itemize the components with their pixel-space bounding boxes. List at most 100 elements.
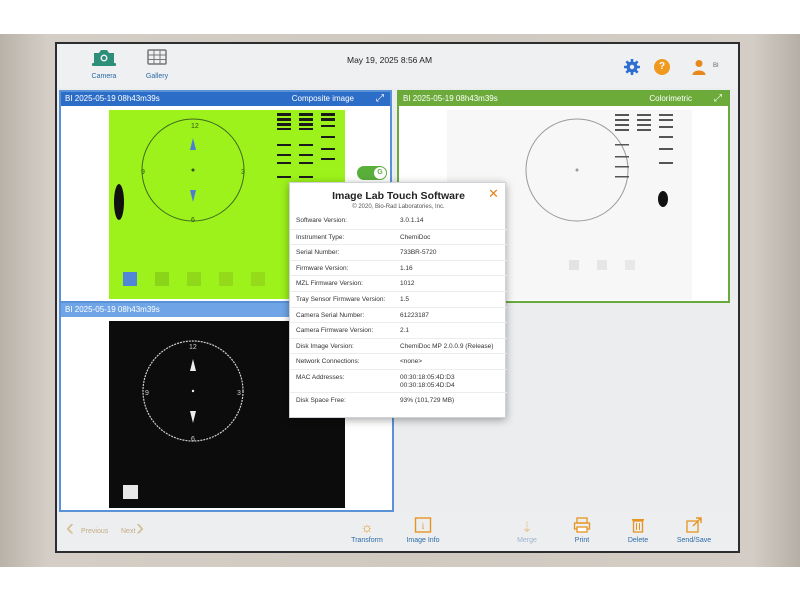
transform-button[interactable]: ☼ Transform — [341, 517, 393, 544]
dialog-copyright: © 2020, Bio-Rad Laboratories, Inc. — [352, 204, 445, 210]
composite-panel-header: BI 2025-05-19 08h43m39s Composite image … — [61, 92, 390, 106]
previous-button[interactable]: Previous — [81, 528, 108, 535]
background-floor — [0, 567, 800, 600]
info-row: Disk Space Free: 93% (101,729 MB) — [290, 391, 507, 408]
close-icon[interactable]: ✕ — [488, 187, 499, 201]
gallery-icon — [147, 49, 167, 65]
info-value: 1.16 — [400, 264, 413, 272]
camera-icon — [92, 50, 116, 66]
colorimetric-panel-title: Colorimetric — [649, 94, 692, 103]
sun-icon: ☼ — [360, 519, 374, 535]
info-value-multiline: 00:30:18:05:4D:D3 00:30:18:05:4D:D4 — [400, 374, 455, 390]
merge-icon: ⇣ — [521, 519, 533, 535]
next-button[interactable]: Next — [121, 528, 135, 535]
trash-icon — [612, 517, 664, 537]
info-row: MZL Firmware Version: 1012 — [290, 275, 507, 291]
gallery-label: Gallery — [145, 73, 169, 80]
mac-address-1: 00:30:18:05:4D:D3 — [400, 373, 455, 381]
camera-label: Camera — [91, 73, 117, 80]
merge-button[interactable]: ⇣ Merge — [501, 517, 553, 544]
colorimetric-panel-header: BI 2025-05-19 08h43m39s Colorimetric ⤢ — [399, 92, 728, 106]
merge-label: Merge — [517, 537, 537, 544]
info-value: 3.0.1.14 — [400, 217, 424, 224]
info-label: Network Connections: — [296, 358, 360, 366]
question-icon: ? — [658, 61, 666, 72]
info-row: Camera Serial Number: 61223187 — [290, 306, 507, 323]
user-button[interactable] — [690, 58, 708, 76]
svg-text:6: 6 — [191, 217, 195, 224]
info-value: 93% (101,729 MB) — [400, 396, 455, 404]
composite-panel-title: Composite image — [291, 94, 354, 103]
image-info-button[interactable]: i Image Info — [397, 517, 449, 544]
info-value: 2.1 — [400, 327, 410, 335]
camera-nav-button[interactable]: Camera — [82, 47, 126, 85]
image-info-dialog: Image Lab Touch Software © 2020, Bio-Rad… — [289, 182, 507, 418]
print-button[interactable]: Print — [556, 517, 608, 544]
composite-image-name: BI 2025-05-19 08h43m39s — [65, 94, 160, 103]
svg-text:i: i — [422, 521, 425, 531]
top-bar: Camera Gallery May 19, 2025 8:56 AM ? BI — [57, 44, 738, 88]
user-icon — [692, 60, 706, 75]
info-label: MZL Firmware Version: — [296, 280, 363, 288]
image-info-label: Image Info — [406, 537, 440, 544]
transform-label: Transform — [351, 537, 383, 544]
expand-icon[interactable]: ⤢ — [714, 93, 722, 105]
send-save-label: Send/Save — [676, 537, 712, 544]
svg-text:3: 3 — [237, 390, 241, 397]
green-channel-letter: G — [374, 167, 386, 179]
mac-address-2: 00:30:18:05:4D:D4 — [400, 381, 455, 389]
info-label: Camera Firmware Version: — [296, 327, 374, 335]
svg-text:3: 3 — [241, 169, 245, 176]
chevron-left-icon[interactable]: ‹ — [66, 516, 74, 540]
printer-icon — [556, 517, 608, 537]
info-row: Network Connections: <none> — [290, 353, 507, 369]
info-row: Software Version: 3.0.1.14 — [290, 213, 507, 229]
svg-text:9: 9 — [145, 390, 149, 397]
print-label: Print — [574, 537, 590, 544]
gear-icon — [624, 59, 640, 75]
info-label: Serial Number: — [296, 249, 340, 257]
share-icon — [668, 517, 720, 537]
expand-icon[interactable]: ⤢ — [376, 93, 384, 105]
info-row: Disk Image Version: ChemiDoc MP 2.0.0.9 … — [290, 337, 507, 354]
info-value: ChemiDoc — [400, 233, 431, 241]
info-label: Instrument Type: — [296, 233, 345, 241]
info-value: ChemiDoc MP 2.0.0.9 (Release) — [400, 342, 494, 350]
info-value: 1012 — [400, 280, 415, 288]
send-save-button[interactable]: Send/Save — [668, 517, 720, 544]
info-value: 733BR-5720 — [400, 249, 437, 257]
info-row: Firmware Version: 1.16 — [290, 259, 507, 276]
info-row: Instrument Type: ChemiDoc — [290, 228, 507, 245]
user-initials: BI — [713, 63, 719, 69]
dialog-title: Image Lab Touch Software — [332, 190, 465, 202]
svg-text:9: 9 — [141, 169, 145, 176]
delete-button[interactable]: Delete — [612, 517, 664, 544]
info-value: 61223187 — [400, 311, 429, 319]
info-table: Software Version: 3.0.1.14 Instrument Ty… — [290, 213, 507, 408]
info-value: <none> — [400, 358, 423, 366]
info-label: Camera Serial Number: — [296, 311, 365, 319]
info-label: Firmware Version: — [296, 264, 349, 272]
svg-text:12: 12 — [189, 344, 197, 351]
help-button[interactable]: ? — [654, 59, 670, 75]
info-label: Disk Space Free: — [296, 396, 346, 404]
chevron-right-icon[interactable]: › — [136, 516, 144, 540]
info-icon: i — [397, 517, 449, 537]
colorimetric-image-name: BI 2025-05-19 08h43m39s — [403, 94, 498, 103]
green-channel-toggle[interactable]: G — [357, 166, 387, 180]
svg-text:6: 6 — [191, 436, 195, 443]
info-label: MAC Addresses: — [296, 373, 345, 381]
chemi-image-name: BI 2025-05-19 08h43m39s — [65, 305, 160, 314]
gallery-nav-button[interactable]: Gallery — [135, 47, 179, 85]
touch-screen: Camera Gallery May 19, 2025 8:56 AM ? BI… — [55, 42, 740, 553]
background-wall — [0, 0, 800, 34]
info-row: Tray Sensor Firmware Version: 1.5 — [290, 290, 507, 307]
info-row: Serial Number: 733BR-5720 — [290, 244, 507, 260]
date-time-display: May 19, 2025 8:56 AM — [347, 55, 433, 65]
info-row: MAC Addresses: 00:30:18:05:4D:D3 00:30:1… — [290, 368, 507, 392]
info-label: Software Version: — [296, 217, 347, 224]
svg-text:12: 12 — [191, 123, 199, 130]
delete-label: Delete — [627, 537, 649, 544]
settings-button[interactable] — [623, 58, 641, 76]
info-label: Disk Image Version: — [296, 342, 354, 350]
